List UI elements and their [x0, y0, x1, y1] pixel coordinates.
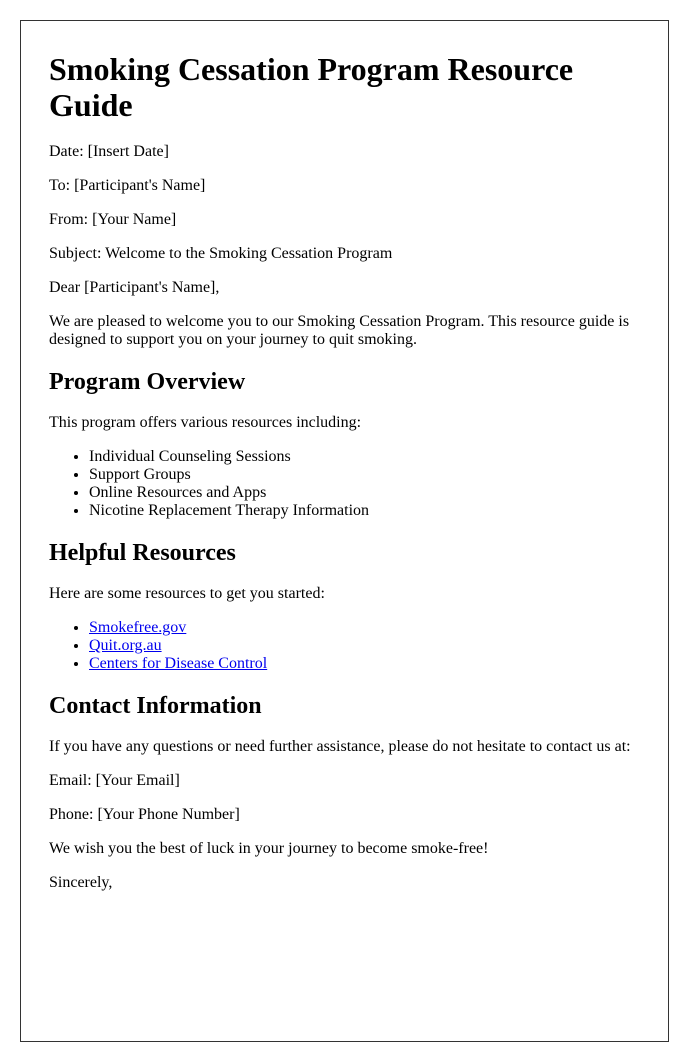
contact-intro: If you have any questions or need furthe…: [49, 738, 631, 755]
signoff: Sincerely,: [49, 874, 113, 891]
salutation: Dear [Participant's Name],: [49, 279, 220, 296]
cdc-link[interactable]: Centers for Disease Control: [89, 655, 267, 672]
list-item: Support Groups: [89, 466, 648, 484]
program-offerings-list: Individual Counseling Sessions Support G…: [49, 448, 648, 520]
email-line: Email: [Your Email]: [49, 772, 180, 789]
intro-paragraph: We are pleased to welcome you to our Smo…: [49, 313, 630, 348]
list-item: Quit.org.au: [89, 637, 648, 655]
contact-information-section: Contact Information If you have any ques…: [49, 692, 648, 824]
list-item: Smokefree.gov: [89, 619, 648, 637]
helpful-resources-intro: Here are some resources to get you start…: [49, 585, 325, 602]
resource-links-list: Smokefree.gov Quit.org.au Centers for Di…: [49, 619, 648, 673]
helpful-resources-section: Helpful Resources Here are some resource…: [49, 539, 648, 673]
from-line: From: [Your Name]: [49, 211, 177, 228]
date-line: Date: [Insert Date]: [49, 143, 169, 160]
phone-line: Phone: [Your Phone Number]: [49, 806, 240, 823]
document-title: Smoking Cessation Program Resource Guide: [49, 51, 574, 123]
to-line: To: [Participant's Name]: [49, 177, 206, 194]
program-overview-intro: This program offers various resources in…: [49, 414, 362, 431]
letter-container: Smoking Cessation Program Resource Guide…: [20, 20, 669, 1042]
list-item: Individual Counseling Sessions: [89, 448, 648, 466]
quit-org-link[interactable]: Quit.org.au: [89, 637, 162, 654]
subject-line: Subject: Welcome to the Smoking Cessatio…: [49, 245, 393, 262]
list-item: Centers for Disease Control: [89, 655, 648, 673]
program-overview-section: Program Overview This program offers var…: [49, 368, 648, 520]
helpful-resources-heading: Helpful Resources: [49, 540, 236, 566]
contact-information-heading: Contact Information: [49, 693, 262, 719]
closing-wish: We wish you the best of luck in your jou…: [49, 840, 489, 857]
smokefree-link[interactable]: Smokefree.gov: [89, 619, 186, 636]
program-overview-heading: Program Overview: [49, 369, 246, 395]
list-item: Online Resources and Apps: [89, 484, 648, 502]
list-item: Nicotine Replacement Therapy Information: [89, 502, 648, 520]
